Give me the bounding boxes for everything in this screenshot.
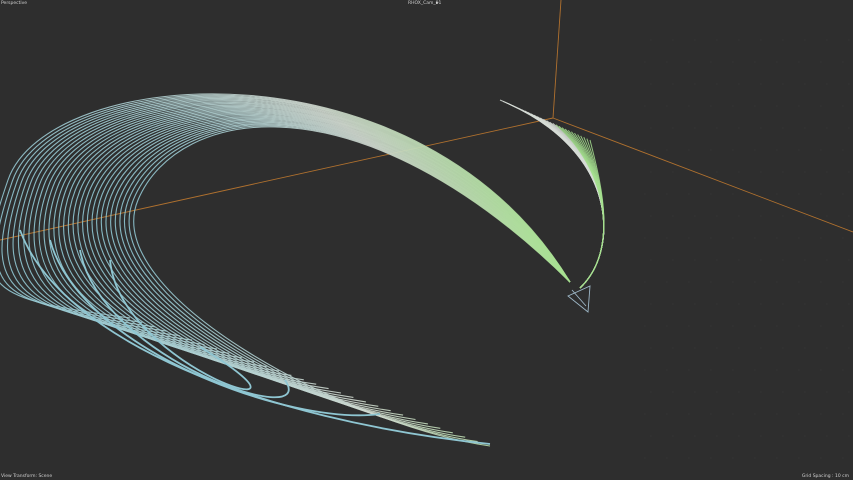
hair-curve[interactable] <box>6 96 571 332</box>
hair-curve[interactable] <box>114 121 571 429</box>
hair-curve[interactable] <box>63 109 571 381</box>
viewport-scene[interactable] <box>0 0 853 480</box>
object-pivot <box>567 285 591 313</box>
floor-grid-dots <box>644 39 850 459</box>
hair-curve[interactable] <box>128 125 571 443</box>
hair-curve[interactable] <box>133 126 571 447</box>
chevron-right-icon[interactable]: ▸ <box>436 0 439 6</box>
world-axis-y <box>552 0 562 119</box>
hair-curve[interactable] <box>28 101 571 350</box>
hair-curve[interactable] <box>124 124 571 438</box>
hair-curve[interactable] <box>119 123 571 434</box>
hair-curve[interactable] <box>67 110 571 385</box>
hair-curve[interactable] <box>72 111 571 390</box>
hair-curve[interactable] <box>91 116 571 407</box>
3d-viewport[interactable]: Perspective RHOX_Cam_01 ▸ View Transform… <box>0 0 853 480</box>
pivot-gizmo-icon <box>567 285 591 313</box>
hair-curve[interactable] <box>110 120 571 425</box>
view-transform-label: View Transform: Scene <box>1 474 53 479</box>
grid-spacing-label: Grid Spacing : 10 cm <box>801 474 849 479</box>
hair-curve[interactable] <box>96 117 571 412</box>
hair-curves[interactable] <box>0 93 605 447</box>
hair-curve-tail[interactable] <box>19 229 491 445</box>
hair-curve[interactable] <box>100 118 571 416</box>
view-mode-label[interactable]: Perspective <box>1 1 27 7</box>
hair-curve[interactable] <box>43 104 571 363</box>
